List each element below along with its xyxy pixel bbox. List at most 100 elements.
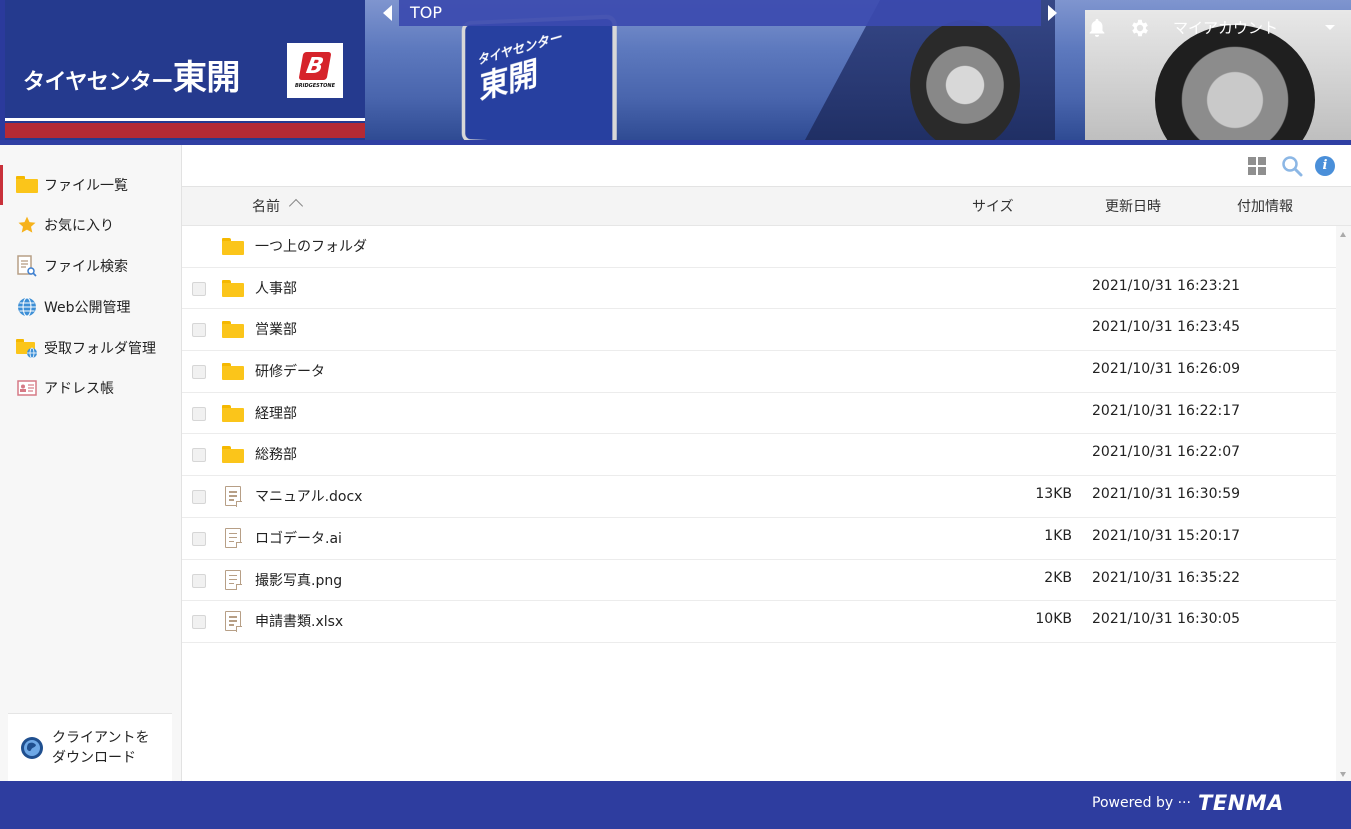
sidebar-item-receive-folder[interactable]: 受取フォルダ管理 — [0, 328, 181, 368]
receive-folder-icon — [16, 337, 38, 359]
file-name: 一つ上のフォルダ — [255, 239, 367, 255]
sidebar-item-file-search[interactable]: ファイル検索 — [0, 246, 181, 286]
file-name[interactable]: 総務部 — [255, 444, 297, 464]
my-account-menu[interactable]: マイアカウント — [1173, 17, 1278, 38]
row-checkbox[interactable] — [192, 406, 206, 421]
logo-divider — [5, 118, 365, 121]
table-row[interactable]: 総務部 2021/10/31 16:22:07 — [182, 434, 1336, 477]
search-icon[interactable] — [1281, 155, 1303, 177]
sidebar-item-label: Web公開管理 — [44, 300, 131, 316]
file-size: 10KB — [1035, 611, 1072, 628]
column-header-name[interactable]: 名前 — [252, 196, 280, 216]
row-checkbox[interactable] — [192, 365, 206, 380]
file-list: 一つ上のフォルダ 人事部 2021/10/31 16:23:21 営業部 202… — [182, 226, 1336, 643]
row-checkbox[interactable] — [192, 490, 206, 505]
sort-ascending-icon[interactable] — [288, 198, 304, 214]
folder-icon — [16, 174, 38, 196]
file-name[interactable]: ロゴデータ.ai — [255, 528, 342, 548]
folder-icon — [222, 361, 244, 381]
app-header: タイヤセンター東開 B BRIDGESTONE タイヤセンター 東開 TOP マ… — [0, 0, 1351, 145]
row-checkbox[interactable] — [192, 573, 206, 588]
file-name[interactable]: 営業部 — [255, 319, 297, 339]
breadcrumb-top-link[interactable]: TOP — [410, 3, 442, 22]
sidebar-item-label: ファイル一覧 — [44, 178, 128, 194]
row-checkbox[interactable] — [192, 281, 206, 296]
table-row[interactable]: 申請書類.xlsx 10KB 2021/10/31 16:30:05 — [182, 601, 1336, 643]
file-size: 1KB — [1044, 527, 1072, 544]
breadcrumb-next-button[interactable] — [1041, 0, 1064, 26]
chevron-down-icon[interactable] — [1325, 25, 1335, 30]
table-row[interactable]: 営業部 2021/10/31 16:23:45 — [182, 309, 1336, 352]
vertical-scrollbar[interactable] — [1336, 226, 1351, 781]
breadcrumb: TOP — [399, 0, 1041, 26]
row-checkbox[interactable] — [192, 615, 206, 630]
file-size: 2KB — [1044, 569, 1072, 586]
document-icon — [222, 486, 244, 507]
info-icon[interactable]: i — [1315, 156, 1335, 176]
file-name[interactable]: 申請書類.xlsx — [255, 611, 343, 631]
table-row[interactable]: 研修データ 2021/10/31 16:26:09 — [182, 351, 1336, 393]
sidebar-item-web-publish[interactable]: Web公開管理 — [0, 287, 181, 327]
bell-icon[interactable] — [1086, 17, 1108, 39]
file-name[interactable]: 人事部 — [255, 278, 297, 298]
grid-view-icon[interactable] — [1248, 157, 1266, 175]
sidebar-item-file-list[interactable]: ファイル一覧 — [0, 165, 181, 205]
file-name[interactable]: 経理部 — [255, 403, 297, 423]
sidebar-item-label: 受取フォルダ管理 — [44, 341, 156, 357]
column-header-updated[interactable]: 更新日時 — [1105, 196, 1161, 216]
address-book-icon — [16, 377, 38, 399]
parent-folder-row[interactable]: 一つ上のフォルダ — [182, 226, 1336, 268]
file-search-icon — [16, 255, 38, 277]
table-row[interactable]: マニュアル.docx 13KB 2021/10/31 16:30:59 — [182, 476, 1336, 518]
row-checkbox[interactable] — [192, 448, 206, 463]
table-row[interactable]: 撮影写真.png 2KB 2021/10/31 16:35:22 — [182, 559, 1336, 602]
folder-icon — [222, 236, 244, 256]
table-row[interactable]: 人事部 2021/10/31 16:23:21 — [182, 267, 1336, 310]
folder-icon — [222, 444, 244, 464]
bridgestone-logo: B BRIDGESTONE — [287, 43, 343, 98]
sidebar-item-label: アドレス帳 — [44, 381, 114, 397]
client-download-button[interactable]: クライアントを ダウンロード — [8, 713, 172, 781]
globe-icon — [16, 296, 38, 318]
document-icon — [222, 527, 244, 549]
folder-icon — [222, 403, 244, 423]
scroll-up-icon[interactable] — [1340, 232, 1346, 237]
file-name[interactable]: マニュアル.docx — [255, 486, 362, 506]
file-updated: 2021/10/31 16:26:09 — [1092, 361, 1241, 378]
chevron-left-icon — [383, 5, 392, 21]
gear-icon[interactable] — [1129, 17, 1151, 39]
sidebar-item-favorites[interactable]: お気に入り — [0, 205, 181, 245]
breadcrumb-prev-button[interactable] — [376, 0, 399, 26]
column-header-extra-info[interactable]: 付加情報 — [1237, 196, 1293, 216]
file-toolbar: i — [182, 145, 1351, 187]
client-download-label: クライアントを ダウンロード — [52, 729, 150, 766]
table-row[interactable]: 経理部 2021/10/31 16:22:17 — [182, 392, 1336, 435]
file-list-header: 名前 サイズ 更新日時 付加情報 — [182, 187, 1351, 226]
tenma-logo[interactable]: TENMA — [1198, 791, 1284, 815]
folder-icon — [222, 278, 244, 298]
file-updated: 2021/10/31 16:23:21 — [1092, 277, 1241, 294]
row-checkbox[interactable] — [192, 531, 206, 546]
file-updated: 2021/10/31 16:22:17 — [1092, 402, 1241, 419]
powered-by-text: Powered by ··· — [1092, 795, 1191, 811]
file-updated: 2021/10/31 16:30:05 — [1092, 611, 1241, 628]
row-checkbox[interactable] — [192, 323, 206, 338]
table-row[interactable]: ロゴデータ.ai 1KB 2021/10/31 15:20:17 — [182, 517, 1336, 560]
file-name[interactable]: 撮影写真.png — [255, 570, 342, 590]
folder-icon — [222, 319, 244, 339]
chevron-right-icon — [1048, 5, 1057, 21]
sidebar-item-address-book[interactable]: アドレス帳 — [0, 368, 181, 408]
column-header-size[interactable]: サイズ — [972, 196, 1014, 216]
download-globe-icon — [21, 736, 43, 759]
sidebar-item-label: ファイル検索 — [44, 259, 128, 275]
file-updated: 2021/10/31 16:30:59 — [1092, 486, 1241, 503]
file-updated: 2021/10/31 16:35:22 — [1092, 569, 1241, 586]
document-icon — [222, 611, 244, 632]
star-icon — [16, 214, 38, 236]
scroll-down-icon[interactable] — [1340, 772, 1346, 777]
file-name[interactable]: 研修データ — [255, 361, 325, 381]
file-updated: 2021/10/31 15:20:17 — [1092, 527, 1241, 544]
banner-wheel — [910, 20, 1020, 140]
banner-store-sign: タイヤセンター 東開 — [465, 18, 613, 140]
sidebar: ファイル一覧 お気に入り ファイル検索 Web公開管理 受取フォルダ管理 アドレ… — [0, 145, 182, 781]
